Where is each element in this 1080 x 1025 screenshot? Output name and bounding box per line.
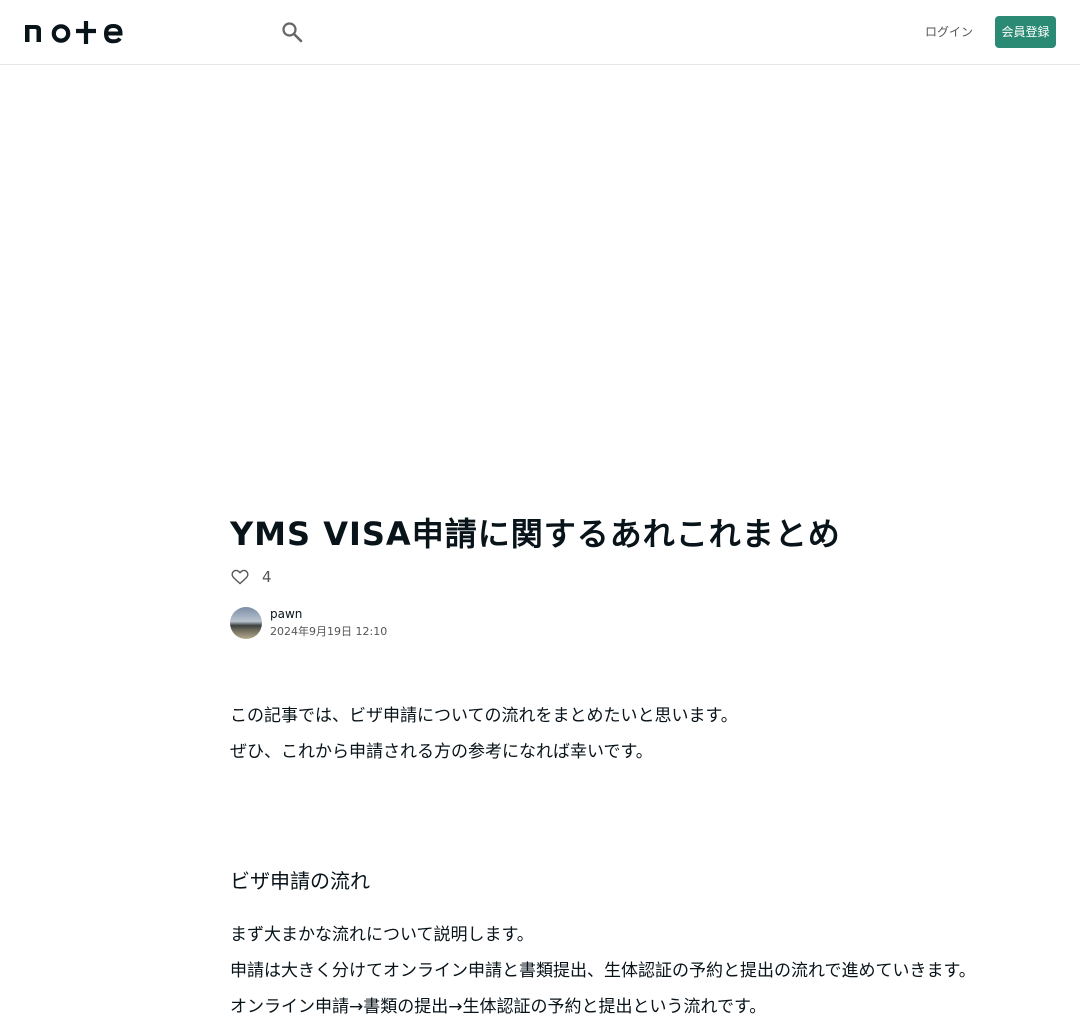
body-paragraph: 申請は大きく分けてオンライン申請と書類提出、生体認証の予約と提出の流れで進めてい… [230, 961, 976, 981]
like-count: 4 [262, 568, 272, 586]
hero-blank-area [0, 65, 1080, 485]
body-paragraph: オンライン申請→書類の提出→生体認証の予約と提出という流れです。 [230, 997, 767, 1017]
heart-icon[interactable] [230, 567, 250, 587]
search-icon[interactable] [280, 20, 304, 44]
body-paragraph: まず大まかな流れについて説明します。 [230, 925, 534, 945]
article-intro: この記事では、ビザ申請についての流れをまとめたいと思います。 ぜひ、これから申請… [230, 698, 850, 770]
body-paragraph: この記事では、ビザ申請についての流れをまとめたいと思います。 [230, 706, 738, 726]
like-row: 4 [230, 566, 272, 588]
body-paragraph: ぜひ、これから申請される方の参考になれば幸いです。 [230, 742, 653, 762]
article-title: YMS VISA申請に関するあれこれまとめ [230, 515, 841, 553]
article-section: まず大まかな流れについて説明します。 申請は大きく分けてオンライン申請と書類提出… [230, 917, 976, 1025]
site-header: ログイン 会員登録 [0, 0, 1080, 65]
note-logo[interactable] [24, 18, 124, 46]
login-link[interactable]: ログイン [918, 22, 980, 42]
avatar[interactable] [230, 607, 262, 639]
publish-date: 2024年9月19日 12:10 [270, 625, 388, 638]
author-block: pawn 2024年9月19日 12:10 [230, 606, 387, 640]
author-meta: pawn 2024年9月19日 12:10 [270, 605, 387, 641]
signup-button[interactable]: 会員登録 [995, 16, 1056, 48]
section-heading: ビザ申請の流れ [230, 869, 370, 893]
author-name[interactable]: pawn [270, 605, 387, 623]
